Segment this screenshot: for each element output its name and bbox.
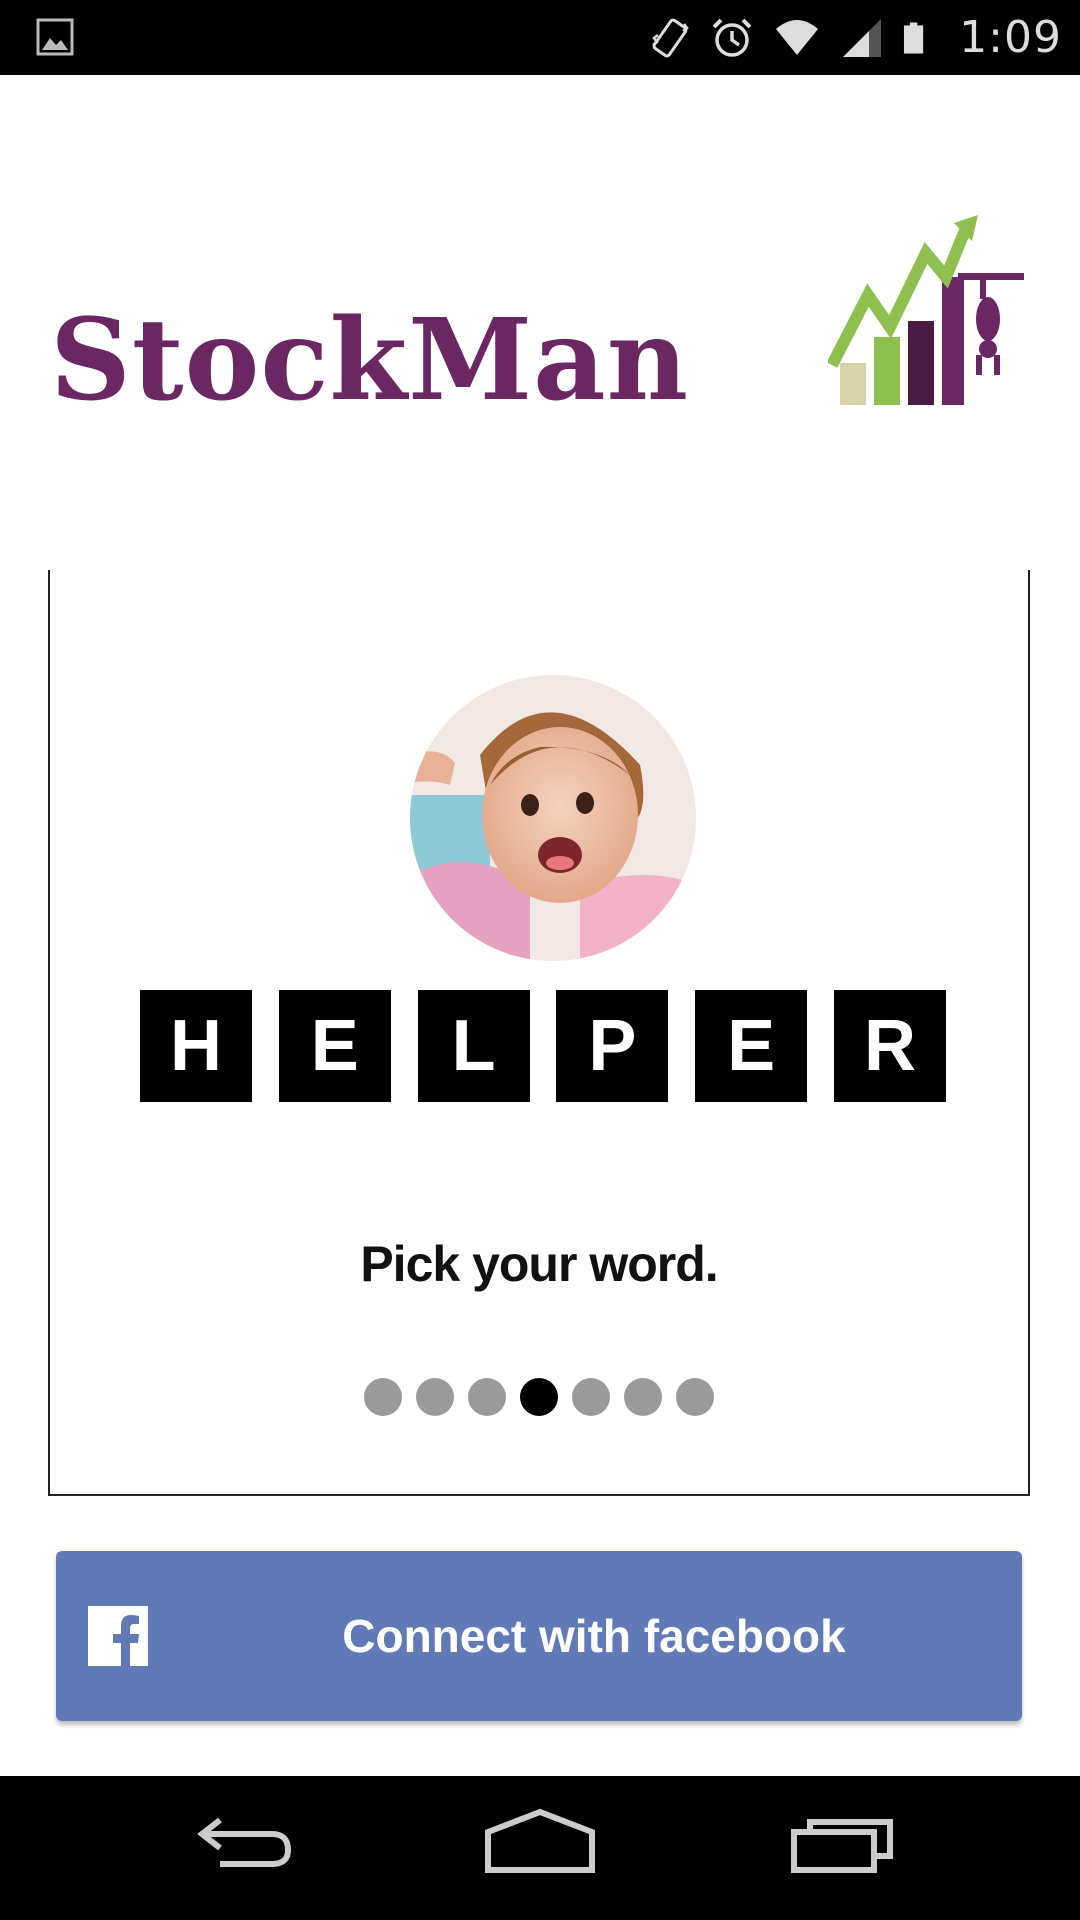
home-icon (485, 1808, 595, 1873)
letter-tile: H (140, 990, 252, 1102)
recents-button[interactable] (780, 1798, 900, 1898)
letter-tile: E (278, 990, 391, 1102)
alarm-icon (712, 18, 752, 57)
pager-dot[interactable] (624, 1378, 662, 1416)
baby-photo (410, 675, 696, 961)
back-button[interactable] (180, 1798, 300, 1898)
page-indicator[interactable] (50, 1378, 1028, 1416)
vibrate-icon (652, 18, 689, 57)
letter-tile: E (695, 990, 808, 1102)
image-icon (36, 18, 74, 56)
status-bar: 1:09 (0, 0, 1080, 75)
wifi-icon (776, 19, 819, 55)
navigation-bar (0, 1776, 1080, 1920)
pager-dot[interactable] (364, 1378, 402, 1416)
connect-facebook-label: Connect with facebook (342, 1610, 846, 1662)
connect-facebook-button[interactable]: Connect with facebook (56, 1551, 1022, 1721)
status-time: 1:09 (959, 12, 1062, 63)
stock-chart-icon (828, 215, 1024, 405)
app-logo: StockMan (50, 215, 1030, 425)
battery-icon (904, 21, 924, 54)
logo-wordmark: StockMan (50, 295, 690, 426)
home-button[interactable] (480, 1798, 600, 1898)
signal-icon (843, 18, 882, 57)
pager-dot[interactable] (676, 1378, 714, 1416)
onboarding-tagline: Pick your word. (360, 1236, 718, 1292)
pager-dot[interactable] (416, 1378, 454, 1416)
letter-tile: L (417, 990, 530, 1102)
pager-dot[interactable] (572, 1378, 610, 1416)
pager-dot-active[interactable] (520, 1378, 558, 1416)
status-icons: 1:09 (647, 0, 1062, 75)
word-tiles: H E L P E R (140, 990, 946, 1102)
letter-tile: P (556, 990, 669, 1102)
letter-tile: R (833, 990, 946, 1102)
back-icon (197, 1817, 292, 1867)
pager-dot[interactable] (468, 1378, 506, 1416)
onboarding-card[interactable]: H E L P E R Pick your word. (48, 570, 1030, 1496)
facebook-icon (88, 1606, 148, 1666)
recents-icon (791, 1819, 893, 1873)
